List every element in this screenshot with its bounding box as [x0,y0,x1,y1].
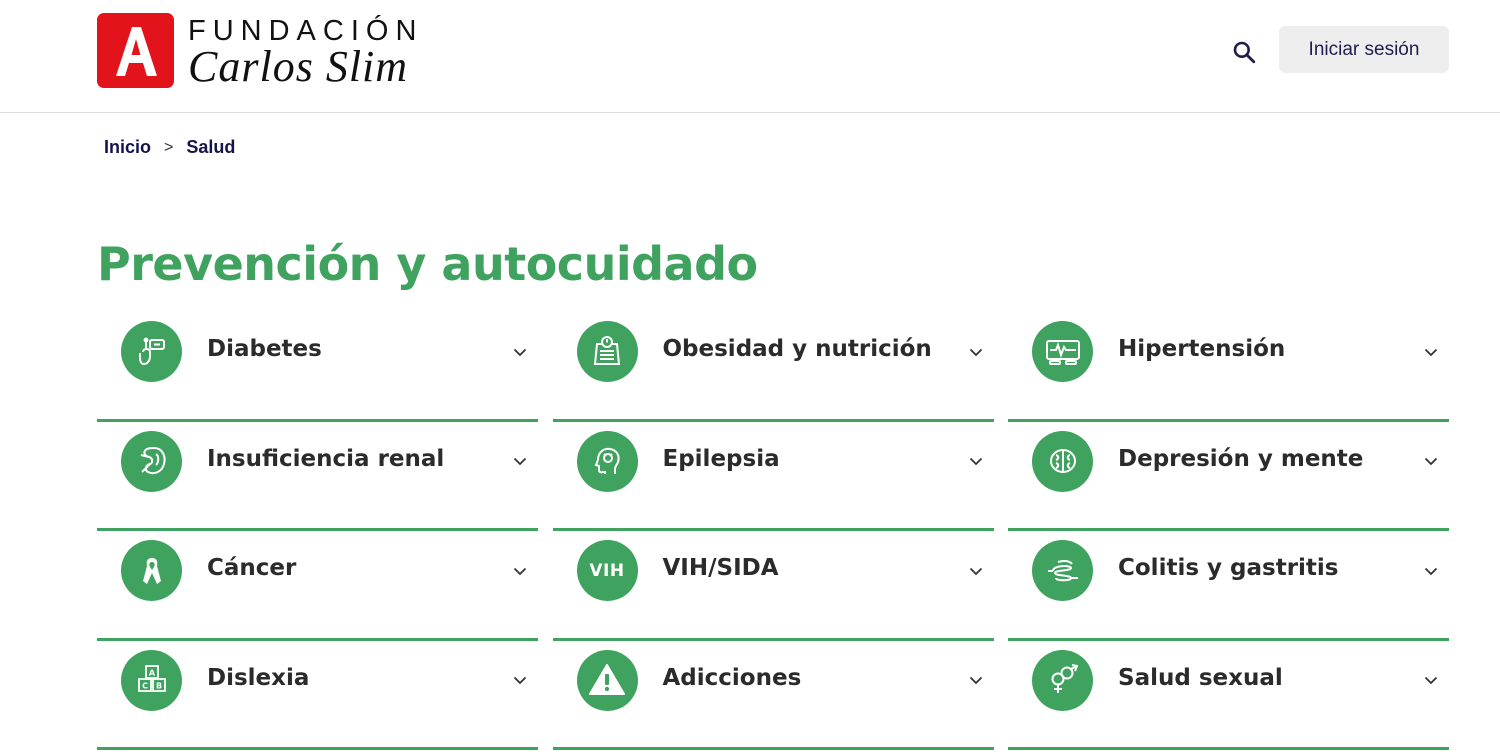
topic-vih-sida[interactable]: VIH VIH/SIDA [552,531,994,641]
block-letter-a: A [148,669,155,678]
topic-label: Colitis y gastritis [1118,555,1339,581]
block-letter-c: C [142,682,148,691]
search-icon [1233,41,1256,64]
topic-salud-sexual[interactable]: Salud sexual [1008,641,1449,750]
scale-icon [576,321,638,382]
chevron-down-icon[interactable] [512,563,528,579]
vih-icon-text: VIH [589,560,625,581]
chevron-down-icon[interactable] [968,454,984,470]
topic-label: VIH/SIDA [662,555,779,581]
topic-cancer[interactable]: Cáncer [97,531,538,641]
breadcrumb-separator: > [164,138,174,156]
chevron-down-icon[interactable] [1423,344,1439,360]
topics-grid: Diabetes Obesidad y nutrición Hipertensi… [97,312,1449,750]
breadcrumb: Inicio > Salud [104,137,235,158]
brain-head-icon [576,430,638,492]
topic-label: Insuficiencia renal [207,445,445,472]
chevron-down-icon[interactable] [512,673,528,689]
warning-icon [576,649,638,711]
glucometer-icon [121,321,182,382]
ribbon-icon [121,540,182,601]
topic-hipertension[interactable]: Hipertensión [1008,312,1449,422]
chevron-down-icon[interactable] [512,344,528,360]
topic-epilepsia[interactable]: Epilepsia [552,422,994,531]
breadcrumb-current-link[interactable]: Salud [186,137,235,158]
topic-label: Cáncer [207,555,297,581]
topic-label: Depresión y mente [1118,445,1364,472]
topic-label: Diabetes [207,336,322,362]
intestine-icon [1032,540,1093,601]
gender-symbols-icon [1032,649,1093,711]
chevron-down-icon[interactable] [512,454,528,470]
topic-colitis-y-gastritis[interactable]: Colitis y gastritis [1008,531,1449,641]
fundacion-logo[interactable]: FUNDACIÓN Carlos Slim [97,13,423,89]
login-button[interactable]: Iniciar sesión [1279,26,1449,73]
kidney-icon [121,430,182,492]
logo-line-carlos-slim: Carlos Slim [188,42,409,91]
topic-label: Dislexia [207,664,310,691]
chevron-down-icon[interactable] [968,563,984,579]
search-button[interactable] [1228,36,1260,68]
topic-label: Adicciones [662,664,802,691]
brain-icon [1032,430,1093,492]
breadcrumb-home-link[interactable]: Inicio [104,137,151,158]
chevron-down-icon[interactable] [968,344,984,360]
logo-a-icon [115,26,157,76]
topic-label: Hipertensión [1118,336,1286,362]
topic-label: Epilepsia [662,445,780,472]
topic-depresion-y-mente[interactable]: Depresión y mente [1008,422,1449,531]
block-letter-b: B [155,682,161,691]
logo-text: FUNDACIÓN Carlos Slim [188,13,423,89]
heart-monitor-icon [1032,321,1093,382]
topic-insuficiencia-renal[interactable]: Insuficiencia renal [97,422,538,531]
abc-blocks-icon: A C B [121,649,182,711]
chevron-down-icon[interactable] [968,673,984,689]
site-header: FUNDACIÓN Carlos Slim Iniciar sesión [0,0,1500,113]
topic-label: Obesidad y nutrición [662,336,932,362]
logo-mark [97,13,174,88]
vih-text-icon: VIH [576,540,638,601]
chevron-down-icon[interactable] [1423,673,1439,689]
topic-obesidad-y-nutricion[interactable]: Obesidad y nutrición [552,312,994,422]
page-title: Prevención y autocuidado [97,237,758,291]
topic-adicciones[interactable]: Adicciones [552,641,994,750]
topic-diabetes[interactable]: Diabetes [97,312,538,422]
topic-dislexia[interactable]: A C B Dislexia [97,641,538,750]
topic-label: Salud sexual [1118,664,1283,691]
chevron-down-icon[interactable] [1423,454,1439,470]
chevron-down-icon[interactable] [1423,563,1439,579]
